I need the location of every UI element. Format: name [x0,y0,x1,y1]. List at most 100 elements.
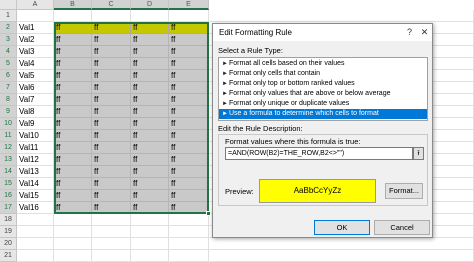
cell-a[interactable]: Val3 [17,46,54,58]
cell-a[interactable]: Val10 [17,130,54,142]
cell-c[interactable]: ff [92,94,131,106]
cell-a[interactable]: Val13 [17,166,54,178]
row-header[interactable]: 18 [0,214,17,226]
cell-b[interactable] [54,10,92,22]
cell-d[interactable]: ff [131,130,169,142]
cell-a[interactable]: Val9 [17,118,54,130]
cell-d[interactable]: ff [131,106,169,118]
cell-empty[interactable] [209,238,474,250]
cell-c[interactable]: ff [92,34,131,46]
cell-a[interactable] [17,238,54,250]
cell-b[interactable]: ff [54,154,92,166]
cell-e[interactable]: ff [169,118,209,130]
select-all-corner[interactable] [0,0,17,10]
row-header[interactable]: 9 [0,106,17,118]
column-header-b[interactable]: B [54,0,92,10]
cell-c[interactable]: ff [92,178,131,190]
formula-input[interactable]: =AND(ROW(B2)=THE_ROW,B2<>"") [225,147,413,160]
cell-c[interactable] [92,238,131,250]
cell-e[interactable]: ff [169,166,209,178]
cell-c[interactable]: ff [92,58,131,70]
cell-c[interactable] [92,226,131,238]
cell-c[interactable]: ff [92,202,131,214]
row-header[interactable]: 21 [0,250,17,262]
rule-type-item[interactable]: ► Format only unique or duplicate values [219,99,427,109]
cell-e[interactable]: ff [169,82,209,94]
cell-b[interactable]: ff [54,178,92,190]
rule-type-item[interactable]: ► Format only values that are above or be… [219,89,427,99]
row-header[interactable]: 5 [0,58,17,70]
cell-b[interactable]: ff [54,82,92,94]
cell-b[interactable]: ff [54,166,92,178]
cell-empty[interactable] [209,250,474,262]
cell-e[interactable]: ff [169,202,209,214]
cell-d[interactable]: ff [131,142,169,154]
row-header[interactable]: 19 [0,226,17,238]
cell-e[interactable]: ff [169,22,209,34]
row-header[interactable]: 14 [0,166,17,178]
cell-b[interactable] [54,214,92,226]
row-header[interactable]: 7 [0,82,17,94]
cell-d[interactable]: ff [131,34,169,46]
rule-type-item[interactable]: ► Format only top or bottom ranked values [219,79,427,89]
cell-a[interactable]: Val8 [17,106,54,118]
cell-empty[interactable] [209,10,474,22]
rule-type-item[interactable]: ► Format all cells based on their values [219,59,427,69]
cell-c[interactable] [92,10,131,22]
cell-d[interactable]: ff [131,94,169,106]
cell-d[interactable]: ff [131,178,169,190]
column-header-c[interactable]: C [92,0,131,10]
column-header-d[interactable]: D [131,0,169,10]
cell-a[interactable] [17,250,54,262]
cell-a[interactable] [17,10,54,22]
cell-b[interactable]: ff [54,34,92,46]
row-header[interactable]: 1 [0,10,17,22]
cancel-button[interactable]: Cancel [374,220,430,235]
cell-d[interactable] [131,10,169,22]
ok-button[interactable]: OK [314,220,370,235]
cell-b[interactable]: ff [54,106,92,118]
cell-a[interactable]: Val15 [17,190,54,202]
cell-d[interactable]: ff [131,202,169,214]
cell-b[interactable]: ff [54,190,92,202]
cell-b[interactable] [54,238,92,250]
cell-a[interactable]: Val14 [17,178,54,190]
cell-c[interactable]: ff [92,70,131,82]
cell-e[interactable]: ff [169,46,209,58]
cell-a[interactable]: Val2 [17,34,54,46]
cell-a[interactable]: Val5 [17,70,54,82]
cell-e[interactable] [169,238,209,250]
cell-d[interactable]: ff [131,46,169,58]
cell-d[interactable] [131,214,169,226]
cell-e[interactable] [169,10,209,22]
dialog-titlebar[interactable]: Edit Formatting Rule ? ✕ [213,24,432,41]
cell-e[interactable]: ff [169,178,209,190]
row-header[interactable]: 20 [0,238,17,250]
row-header[interactable]: 2 [0,22,17,34]
cell-b[interactable]: ff [54,118,92,130]
row-header[interactable]: 16 [0,190,17,202]
cell-e[interactable]: ff [169,130,209,142]
cell-c[interactable]: ff [92,166,131,178]
cell-a[interactable]: Val6 [17,82,54,94]
row-header[interactable]: 15 [0,178,17,190]
cell-b[interactable]: ff [54,46,92,58]
cell-a[interactable]: Val12 [17,154,54,166]
cell-b[interactable] [54,226,92,238]
cell-d[interactable]: ff [131,154,169,166]
column-header-a[interactable]: A [17,0,54,10]
cell-c[interactable] [92,250,131,262]
cell-e[interactable]: ff [169,94,209,106]
cell-a[interactable]: Val7 [17,94,54,106]
cell-e[interactable] [169,226,209,238]
cell-a[interactable]: Val1 [17,22,54,34]
cell-b[interactable]: ff [54,130,92,142]
row-header[interactable]: 11 [0,130,17,142]
column-header-e[interactable]: E [169,0,209,10]
row-header[interactable]: 12 [0,142,17,154]
cell-e[interactable]: ff [169,190,209,202]
cell-e[interactable]: ff [169,34,209,46]
cell-a[interactable]: Val11 [17,142,54,154]
cell-d[interactable]: ff [131,190,169,202]
format-button[interactable]: Format... [385,183,423,199]
